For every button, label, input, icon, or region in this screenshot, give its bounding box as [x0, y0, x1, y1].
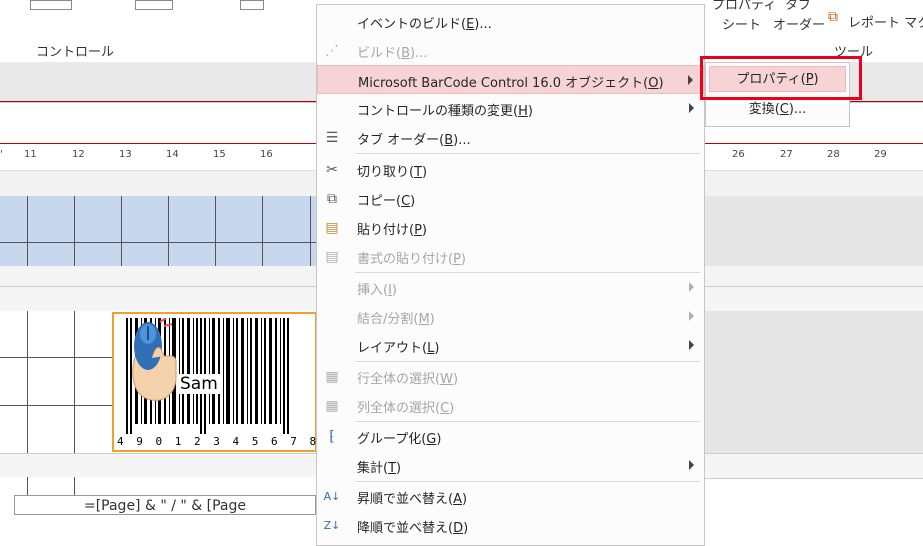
menu-item-sort-ascending[interactable]: A↓ 昇順で並べ替え(A) [317, 482, 704, 511]
grid-line [121, 196, 122, 266]
tab-order-icon: ☰ [325, 130, 339, 146]
ribbon-control-fragment[interactable] [30, 0, 72, 10]
menu-item-copy[interactable]: ⧉ コピー(C) [317, 184, 704, 213]
menu-item-label: ビルド(B)... [357, 46, 428, 61]
menu-item-group[interactable]: ⁅ グループ化(G) [317, 422, 704, 451]
group-label-controls: コントロール [36, 45, 115, 60]
grid-line [74, 311, 75, 453]
copy-icon: ⧉ [327, 191, 337, 207]
grid-line [215, 196, 216, 266]
ruler-mark: 12 [72, 149, 85, 160]
grid-line [0, 357, 112, 358]
paste-icon: ▤ [325, 220, 339, 236]
menu-item-barcode-object[interactable]: Microsoft BarCode Control 16.0 オブジェクト(O) [317, 65, 704, 94]
ruler-mark: 14 [166, 149, 179, 160]
grid-line [0, 405, 112, 406]
grid-line [74, 477, 75, 495]
ruler-mark: 29 [874, 149, 887, 160]
ruler-mark: 28 [827, 149, 840, 160]
report-macro-label[interactable]: レポート マク [848, 12, 923, 31]
submenu-arrow-icon [688, 75, 693, 85]
menu-item-tab-order[interactable]: ☰ タブ オーダー(B)... [317, 123, 704, 152]
grid-line [310, 196, 311, 266]
menu-item-paste[interactable]: ▤ 貼り付け(P) [317, 213, 704, 242]
select-column-icon: ▦ [325, 398, 339, 414]
submenu-arrow-icon [689, 282, 694, 292]
ribbon-dropdown-fragment[interactable] [135, 0, 173, 10]
submenu-arrow-icon [689, 340, 694, 350]
menu-item-label: イベントのビルド(E)... [357, 17, 492, 32]
submenu-arrow-icon [689, 103, 694, 113]
menu-item-sort-descending[interactable]: Z↓ 降順で並べ替え(D) [317, 511, 704, 540]
tab-order-label-2[interactable]: オーダー [773, 14, 825, 33]
ruler-mark: 15 [213, 149, 226, 160]
menu-item-paste-format[interactable]: ▤ 書式の貼り付け(P) [317, 242, 704, 271]
ruler-mark: 16 [260, 149, 273, 160]
menu-item-build[interactable]: ⋰ ビルド(B)... [317, 36, 704, 65]
menu-item-label: コントロールの種類の変更(H) [357, 104, 533, 119]
menu-item-totals[interactable]: 集計(T) [317, 451, 704, 480]
sort-ascending-icon: A↓ [323, 490, 341, 503]
barcode-sample-text: Sam [178, 374, 220, 394]
menu-item-event-build[interactable]: イベントのビルド(E)... [317, 7, 704, 36]
report-macro-icon: ⧉ [828, 9, 838, 25]
page-number-textbox[interactable]: =[Page] & " / " & [Page [14, 495, 316, 515]
gray-section [705, 311, 923, 453]
menu-item-select-row[interactable]: ▦ 行全体の選択(W) [317, 362, 704, 391]
sort-descending-icon: Z↓ [323, 519, 341, 532]
ruler-mark: 13 [119, 149, 132, 160]
ruler-mark: 26 [732, 149, 745, 160]
menu-item-layout[interactable]: レイアウト(L) [317, 331, 704, 360]
menu-item-label: コピー(C) [357, 194, 416, 209]
menu-item-label: 切り取り(T) [357, 165, 428, 180]
menu-item-label: 列全体の選択(C) [357, 401, 455, 416]
annotation-highlight-box [700, 56, 862, 100]
property-sheet-label-2[interactable]: シート [722, 14, 761, 33]
build-wand-icon: ⋰ [325, 43, 339, 59]
mouse-click-hand-icon [132, 318, 177, 401]
scissors-icon: ✂ [326, 162, 338, 178]
context-menu[interactable]: イベントのビルド(E)... ⋰ ビルド(B)... Microsoft Bar… [316, 4, 705, 546]
ribbon-button-fragment[interactable] [240, 0, 264, 10]
grid-line [168, 196, 169, 266]
ruler-mark: 11 [24, 149, 37, 160]
menu-item-label: 降順で並べ替え(D) [357, 521, 469, 536]
tab-order-label-1[interactable]: タブ [785, 0, 811, 13]
ruler-mark: 27 [780, 149, 793, 160]
paste-format-icon: ▤ [325, 249, 339, 265]
group-icon: ⁅ [329, 429, 335, 445]
menu-item-change-control-type[interactable]: コントロールの種類の変更(H) [317, 94, 704, 123]
barcode-control[interactable]: Sam 4 9 0 1 2 3 4 5 6 7 8 9 4 [112, 312, 355, 452]
header-grid[interactable] [0, 196, 320, 266]
menu-item-label: 結合/分割(M) [357, 312, 435, 327]
menu-item-cut[interactable]: ✂ 切り取り(T) [317, 155, 704, 184]
grid-line [27, 196, 28, 266]
menu-item-label: レイアウト(L) [357, 341, 440, 356]
grid-line [262, 196, 263, 266]
submenu-arrow-icon [689, 460, 694, 470]
submenu-item-convert[interactable]: 変換(C)... [709, 97, 846, 123]
grid-line [27, 311, 28, 453]
menu-item-label: グループ化(G) [357, 432, 442, 447]
select-row-icon: ▦ [325, 369, 339, 385]
menu-item-label: 挿入(I) [357, 283, 397, 298]
menu-item-label: Microsoft BarCode Control 16.0 オブジェクト(O) [358, 76, 664, 91]
menu-item-insert[interactable]: 挿入(I) [317, 273, 704, 302]
menu-item-label: 貼り付け(P) [357, 223, 427, 238]
menu-item-select-column[interactable]: ▦ 列全体の選択(C) [317, 391, 704, 420]
menu-separator [355, 153, 700, 154]
menu-item-label: 集計(T) [357, 461, 402, 476]
menu-item-merge-split[interactable]: 結合/分割(M) [317, 302, 704, 331]
grid-line [74, 196, 75, 266]
menu-item-label: 行全体の選択(W) [357, 372, 459, 387]
menu-item-label: タブ オーダー(B)... [357, 133, 471, 148]
grid-line [27, 477, 28, 495]
menu-item-label: 書式の貼り付け(P) [357, 252, 466, 267]
grid-line [0, 242, 320, 243]
submenu-arrow-icon [689, 311, 694, 321]
menu-item-label: 昇順で並べ替え(A) [357, 492, 468, 507]
property-sheet-label-1[interactable]: プロパティ [712, 0, 776, 13]
ruler-ticks: ' [0, 149, 3, 160]
